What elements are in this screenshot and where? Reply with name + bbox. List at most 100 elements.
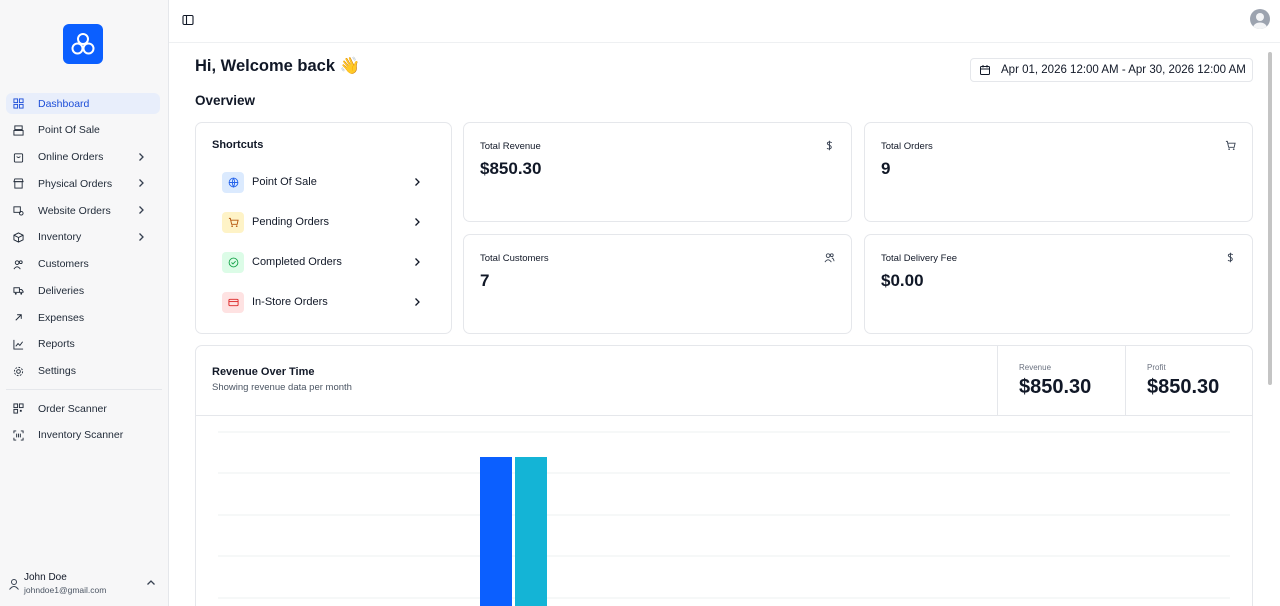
sidebar-divider bbox=[6, 389, 162, 390]
store-icon bbox=[12, 178, 24, 190]
stat-value: 7 bbox=[480, 271, 490, 290]
bar-revenue[interactable] bbox=[480, 457, 512, 606]
stat-value: 9 bbox=[881, 159, 891, 178]
globe-icon bbox=[222, 171, 244, 193]
sidebar-item-point-of-sale[interactable]: Point Of Sale bbox=[6, 120, 160, 141]
stat-label: Total Orders bbox=[881, 141, 933, 152]
avatar[interactable] bbox=[1250, 9, 1270, 29]
revenue-title: Revenue Over Time bbox=[212, 366, 315, 378]
chevron-right-icon bbox=[139, 179, 144, 188]
dollar-icon bbox=[1227, 252, 1234, 263]
sidebar-item-website-orders[interactable]: Website Orders bbox=[6, 200, 160, 221]
sidebar-item-label: Reports bbox=[38, 338, 75, 351]
sidebar-item-label: Expenses bbox=[38, 311, 85, 324]
sidebar-item-online-orders[interactable]: Online Orders bbox=[6, 147, 160, 168]
stat-card-total-delivery-fee: Total Delivery Fee $0.00 bbox=[864, 234, 1253, 334]
sidebar-item-label: Order Scanner bbox=[38, 402, 107, 415]
sidebar-item-label: Dashboard bbox=[38, 97, 90, 110]
bag-icon bbox=[12, 151, 24, 163]
user-name: John Doe bbox=[24, 572, 67, 583]
sidebar-item-label: Website Orders bbox=[38, 204, 111, 217]
sidebar-item-label: Inventory Scanner bbox=[38, 429, 124, 442]
card-icon bbox=[222, 291, 244, 313]
qr-icon bbox=[12, 403, 24, 415]
stat-value: $0.00 bbox=[881, 271, 924, 290]
stat-value: $850.30 bbox=[480, 159, 542, 178]
sidebar-item-physical-orders[interactable]: Physical Orders bbox=[6, 173, 160, 194]
sidebar-item-customers[interactable]: Customers bbox=[6, 254, 160, 275]
box-icon bbox=[12, 231, 24, 243]
revenue-card-header: Revenue Over Time Showing revenue data p… bbox=[196, 346, 1252, 416]
stat-card-total-customers: Total Customers 7 bbox=[463, 234, 852, 334]
shortcut-point-of-sale[interactable]: Point Of Sale bbox=[222, 171, 422, 193]
metric-revenue[interactable]: Revenue $850.30 bbox=[997, 346, 1125, 416]
stat-label: Total Customers bbox=[480, 253, 549, 264]
sidebar-item-label: Inventory bbox=[38, 231, 82, 244]
line-chart-icon bbox=[12, 338, 24, 350]
user-menu[interactable]: John Doe johndoe1@gmail.com bbox=[6, 570, 162, 600]
metric-label: Profit bbox=[1147, 363, 1166, 372]
users-icon bbox=[12, 258, 24, 270]
stat-card-total-revenue: Total Revenue $850.30 bbox=[463, 122, 852, 222]
stat-label: Total Revenue bbox=[480, 141, 541, 152]
calendar-icon bbox=[980, 65, 990, 75]
stat-card-total-orders: Total Orders 9 bbox=[864, 122, 1253, 222]
stat-label: Total Delivery Fee bbox=[881, 253, 958, 264]
sidebar-item-dashboard[interactable]: Dashboard bbox=[6, 93, 160, 114]
scan-icon bbox=[12, 429, 24, 441]
date-range-text: Apr 01, 2026 12:00 AM - Apr 30, 2026 12:… bbox=[1001, 64, 1246, 76]
revenue-subtitle: Showing revenue data per month bbox=[212, 382, 352, 393]
revenue-chart-svg bbox=[218, 431, 1230, 606]
metric-label: Revenue bbox=[1019, 363, 1052, 372]
truck-icon bbox=[12, 285, 24, 297]
sidebar-item-label: Deliveries bbox=[38, 284, 85, 297]
metric-value: $850.30 bbox=[1019, 376, 1092, 398]
metric-value: $850.30 bbox=[1147, 376, 1220, 398]
date-range-picker[interactable]: Apr 01, 2026 12:00 AM - Apr 30, 2026 12:… bbox=[970, 58, 1253, 82]
sidebar-item-reports[interactable]: Reports bbox=[6, 334, 160, 355]
gear-icon bbox=[12, 365, 24, 377]
users-icon bbox=[824, 253, 835, 263]
arrow-up-right-icon bbox=[12, 312, 24, 324]
chevron-right-icon bbox=[139, 232, 144, 241]
sidebar-item-settings[interactable]: Settings bbox=[6, 361, 160, 382]
sidebar-item-deliveries[interactable]: Deliveries bbox=[6, 280, 160, 301]
cart-icon bbox=[222, 211, 244, 233]
app-logo[interactable] bbox=[63, 24, 103, 64]
check-circle-icon bbox=[222, 251, 244, 273]
sidebar-item-label: Customers bbox=[38, 258, 89, 270]
cart-icon bbox=[1225, 140, 1236, 150]
sidebar-item-label: Physical Orders bbox=[38, 177, 113, 190]
avatar-person-icon bbox=[1253, 13, 1267, 29]
metric-profit[interactable]: Profit $850.30 bbox=[1125, 346, 1253, 416]
sidebar-item-label: Online Orders bbox=[38, 151, 104, 163]
chevron-right-icon bbox=[415, 218, 420, 226]
web-orders-icon bbox=[12, 205, 24, 217]
chevron-right-icon bbox=[415, 258, 420, 266]
shortcut-in-store-orders[interactable]: In-Store Orders bbox=[222, 291, 422, 313]
scrollbar[interactable] bbox=[1268, 52, 1272, 385]
sidebar-nav: Dashboard Point Of Sale Online Orders Ph… bbox=[6, 93, 160, 387]
sidebar-toggle-icon[interactable] bbox=[182, 14, 194, 26]
register-icon bbox=[12, 124, 24, 136]
user-icon bbox=[9, 579, 19, 590]
page-greeting: Hi, Welcome back 👋 bbox=[195, 57, 361, 75]
shortcut-label: Completed Orders bbox=[252, 256, 342, 268]
shortcut-label: In-Store Orders bbox=[252, 296, 328, 308]
sidebar: Dashboard Point Of Sale Online Orders Ph… bbox=[0, 0, 169, 606]
sidebar-item-label: Settings bbox=[38, 365, 76, 377]
bar-profit[interactable] bbox=[515, 457, 547, 606]
sidebar-item-expenses[interactable]: Expenses bbox=[6, 307, 160, 328]
shortcut-pending-orders[interactable]: Pending Orders bbox=[222, 211, 422, 233]
top-bar bbox=[169, 0, 1280, 43]
sidebar-item-order-scanner[interactable]: Order Scanner bbox=[6, 398, 160, 419]
sidebar-item-label: Point Of Sale bbox=[38, 124, 100, 137]
revenue-chart bbox=[218, 420, 1230, 606]
sidebar-item-inventory[interactable]: Inventory bbox=[6, 227, 160, 248]
sidebar-tools: Order Scanner Inventory Scanner bbox=[6, 398, 160, 452]
shortcut-completed-orders[interactable]: Completed Orders bbox=[222, 251, 422, 273]
shortcut-label: Pending Orders bbox=[252, 216, 330, 228]
chevron-right-icon bbox=[415, 178, 420, 186]
sidebar-item-inventory-scanner[interactable]: Inventory Scanner bbox=[6, 425, 160, 446]
grid-icon bbox=[12, 98, 24, 110]
